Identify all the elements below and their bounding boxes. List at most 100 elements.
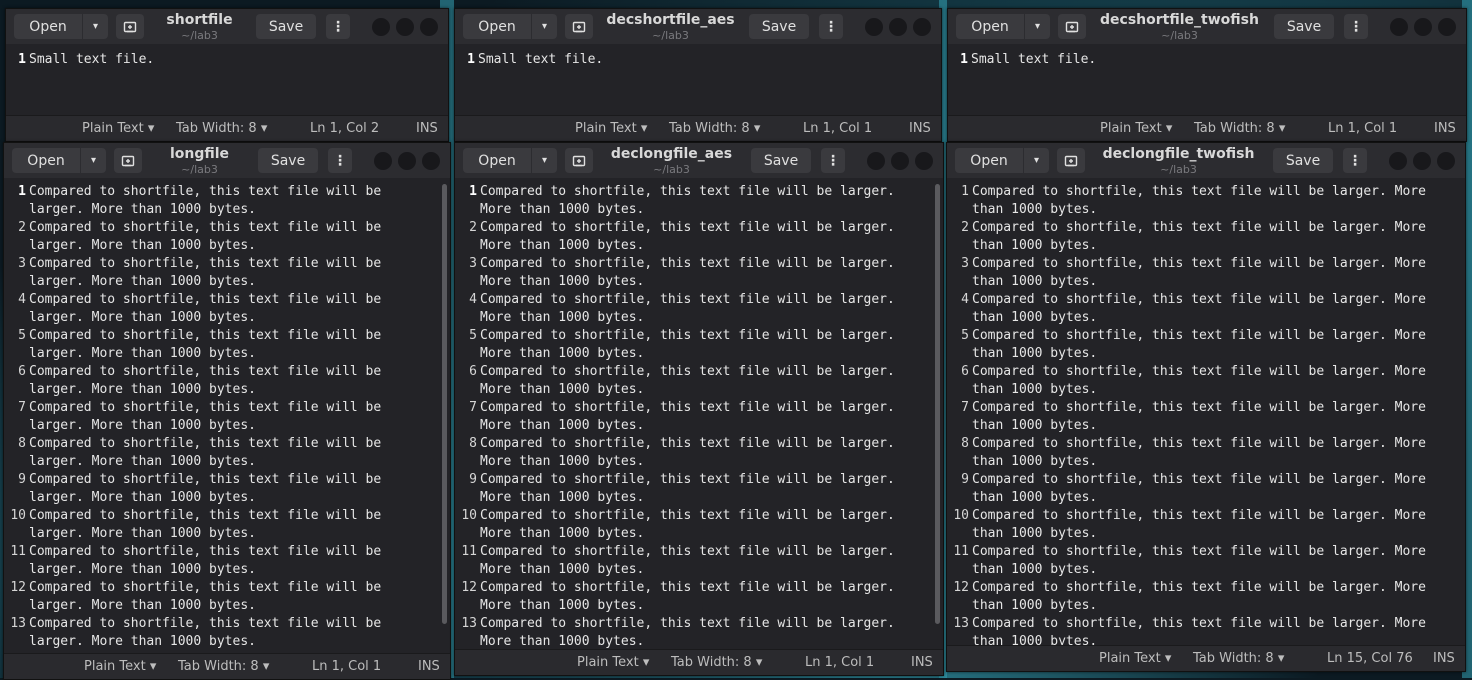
maximize-icon[interactable] — [396, 18, 414, 36]
open-button[interactable]: Open — [463, 14, 531, 39]
line-number: 12 — [461, 580, 477, 595]
cursor-position[interactable]: Ln 1, Col 2 — [310, 121, 379, 136]
line-text: Compared to shortfile, this text file wi… — [480, 184, 895, 199]
new-document-icon[interactable] — [116, 14, 144, 39]
minimize-icon[interactable] — [374, 152, 392, 170]
open-dropdown-icon[interactable]: ▾ — [81, 148, 106, 173]
line-number — [4, 417, 26, 435]
line-number: 7 — [961, 400, 969, 415]
language-selector[interactable]: Plain Text ▾ — [1100, 121, 1172, 136]
save-button[interactable]: Save — [751, 148, 811, 173]
text-line: More than 1000 bytes. — [455, 561, 943, 579]
maximize-icon[interactable] — [1414, 18, 1432, 36]
line-number: 2 — [961, 220, 969, 235]
text-line: More than 1000 bytes. — [455, 525, 943, 543]
maximize-icon[interactable] — [1413, 152, 1431, 170]
open-button[interactable]: Open — [956, 14, 1024, 39]
open-dropdown-icon[interactable]: ▾ — [532, 148, 557, 173]
language-selector[interactable]: Plain Text ▾ — [84, 659, 156, 674]
tab-width-selector[interactable]: Tab Width: 8 ▾ — [1194, 121, 1285, 136]
close-icon[interactable] — [915, 152, 933, 170]
close-icon[interactable] — [1438, 18, 1456, 36]
menu-icon[interactable]: ⋮ — [821, 148, 845, 173]
text-editor-area[interactable]: 1 Compared to shortfile, this text file w… — [4, 178, 450, 654]
text-editor-area[interactable]: 1 Compared to shortfile, this text file w… — [947, 178, 1465, 646]
line-number: 7 — [469, 400, 477, 415]
tab-width-selector[interactable]: Tab Width: 8 ▾ — [669, 121, 760, 136]
tab-width-selector[interactable]: Tab Width: 8 ▾ — [1193, 651, 1284, 666]
new-document-icon[interactable] — [1057, 148, 1085, 173]
menu-icon[interactable]: ⋮ — [328, 148, 352, 173]
line-number: 10 — [953, 508, 969, 523]
line-number: 1 — [467, 52, 475, 67]
new-document-icon[interactable] — [565, 148, 593, 173]
minimize-icon[interactable] — [1389, 152, 1407, 170]
header-bar: Open ▾ declongfile_aes ~/lab3 Save ⋮ — [455, 143, 943, 178]
minimize-icon[interactable] — [865, 18, 883, 36]
menu-icon[interactable]: ⋮ — [819, 14, 843, 39]
new-document-icon[interactable] — [565, 14, 593, 39]
open-dropdown-icon[interactable]: ▾ — [83, 14, 108, 39]
tab-width-selector[interactable]: Tab Width: 8 ▾ — [671, 655, 762, 670]
tab-width-selector[interactable]: Tab Width: 8 ▾ — [176, 121, 267, 136]
minimize-icon[interactable] — [1390, 18, 1408, 36]
line-text: Compared to shortfile, this text file wi… — [972, 184, 1426, 199]
save-button[interactable]: Save — [258, 148, 318, 173]
line-number: 13 — [953, 616, 969, 631]
save-button[interactable]: Save — [749, 14, 809, 39]
text-editor-area[interactable]: 1 Small text file. — [6, 44, 448, 116]
save-button[interactable]: Save — [1274, 14, 1334, 39]
file-path: ~/lab3 — [1161, 29, 1198, 42]
maximize-icon[interactable] — [398, 152, 416, 170]
new-document-icon[interactable] — [114, 148, 142, 173]
open-button[interactable]: Open — [463, 148, 531, 173]
open-button[interactable]: Open — [12, 148, 80, 173]
line-number — [947, 417, 969, 435]
text-editor-area[interactable]: 1 Small text file. — [455, 44, 941, 116]
text-line: 11 Compared to shortfile, this text file … — [455, 543, 943, 561]
close-icon[interactable] — [420, 18, 438, 36]
minimize-icon[interactable] — [372, 18, 390, 36]
minimize-icon[interactable] — [867, 152, 885, 170]
text-line: larger. More than 1000 bytes. — [4, 561, 450, 579]
open-button[interactable]: Open — [955, 148, 1023, 173]
language-selector[interactable]: Plain Text ▾ — [82, 121, 154, 136]
menu-icon[interactable]: ⋮ — [326, 14, 350, 39]
vertical-scrollbar[interactable] — [442, 184, 447, 624]
save-button[interactable]: Save — [1273, 148, 1333, 173]
line-number — [947, 345, 969, 363]
close-icon[interactable] — [913, 18, 931, 36]
text-line: More than 1000 bytes. — [455, 417, 943, 435]
text-line: larger. More than 1000 bytes. — [4, 453, 450, 471]
vertical-scrollbar[interactable] — [935, 184, 940, 624]
open-dropdown-icon[interactable]: ▾ — [1025, 14, 1050, 39]
language-selector[interactable]: Plain Text ▾ — [1099, 651, 1171, 666]
cursor-position[interactable]: Ln 15, Col 76 — [1327, 651, 1413, 666]
new-document-icon[interactable] — [1058, 14, 1086, 39]
text-editor-area[interactable]: 1 Compared to shortfile, this text file w… — [455, 178, 943, 650]
open-button[interactable]: Open — [14, 14, 82, 39]
line-number — [455, 633, 477, 650]
menu-icon[interactable]: ⋮ — [1344, 14, 1368, 39]
save-button[interactable]: Save — [256, 14, 316, 39]
open-dropdown-icon[interactable]: ▾ — [1024, 148, 1049, 173]
cursor-position[interactable]: Ln 1, Col 1 — [805, 655, 874, 670]
open-dropdown-icon[interactable]: ▾ — [532, 14, 557, 39]
language-selector[interactable]: Plain Text ▾ — [575, 121, 647, 136]
cursor-position[interactable]: Ln 1, Col 1 — [312, 659, 381, 674]
maximize-icon[interactable] — [889, 18, 907, 36]
maximize-icon[interactable] — [891, 152, 909, 170]
menu-icon[interactable]: ⋮ — [1343, 148, 1367, 173]
line-text: than 1000 bytes. — [972, 238, 1098, 253]
cursor-position[interactable]: Ln 1, Col 1 — [1328, 121, 1397, 136]
line-text: Compared to shortfile, this text file wi… — [480, 364, 895, 379]
language-selector[interactable]: Plain Text ▾ — [577, 655, 649, 670]
close-icon[interactable] — [422, 152, 440, 170]
line-number — [947, 489, 969, 507]
line-number: 12 — [10, 580, 26, 595]
cursor-position[interactable]: Ln 1, Col 1 — [803, 121, 872, 136]
text-editor-area[interactable]: 1 Small text file. — [948, 44, 1466, 116]
tab-width-selector[interactable]: Tab Width: 8 ▾ — [178, 659, 269, 674]
text-line: 9 Compared to shortfile, this text file w… — [947, 471, 1465, 489]
close-icon[interactable] — [1437, 152, 1455, 170]
